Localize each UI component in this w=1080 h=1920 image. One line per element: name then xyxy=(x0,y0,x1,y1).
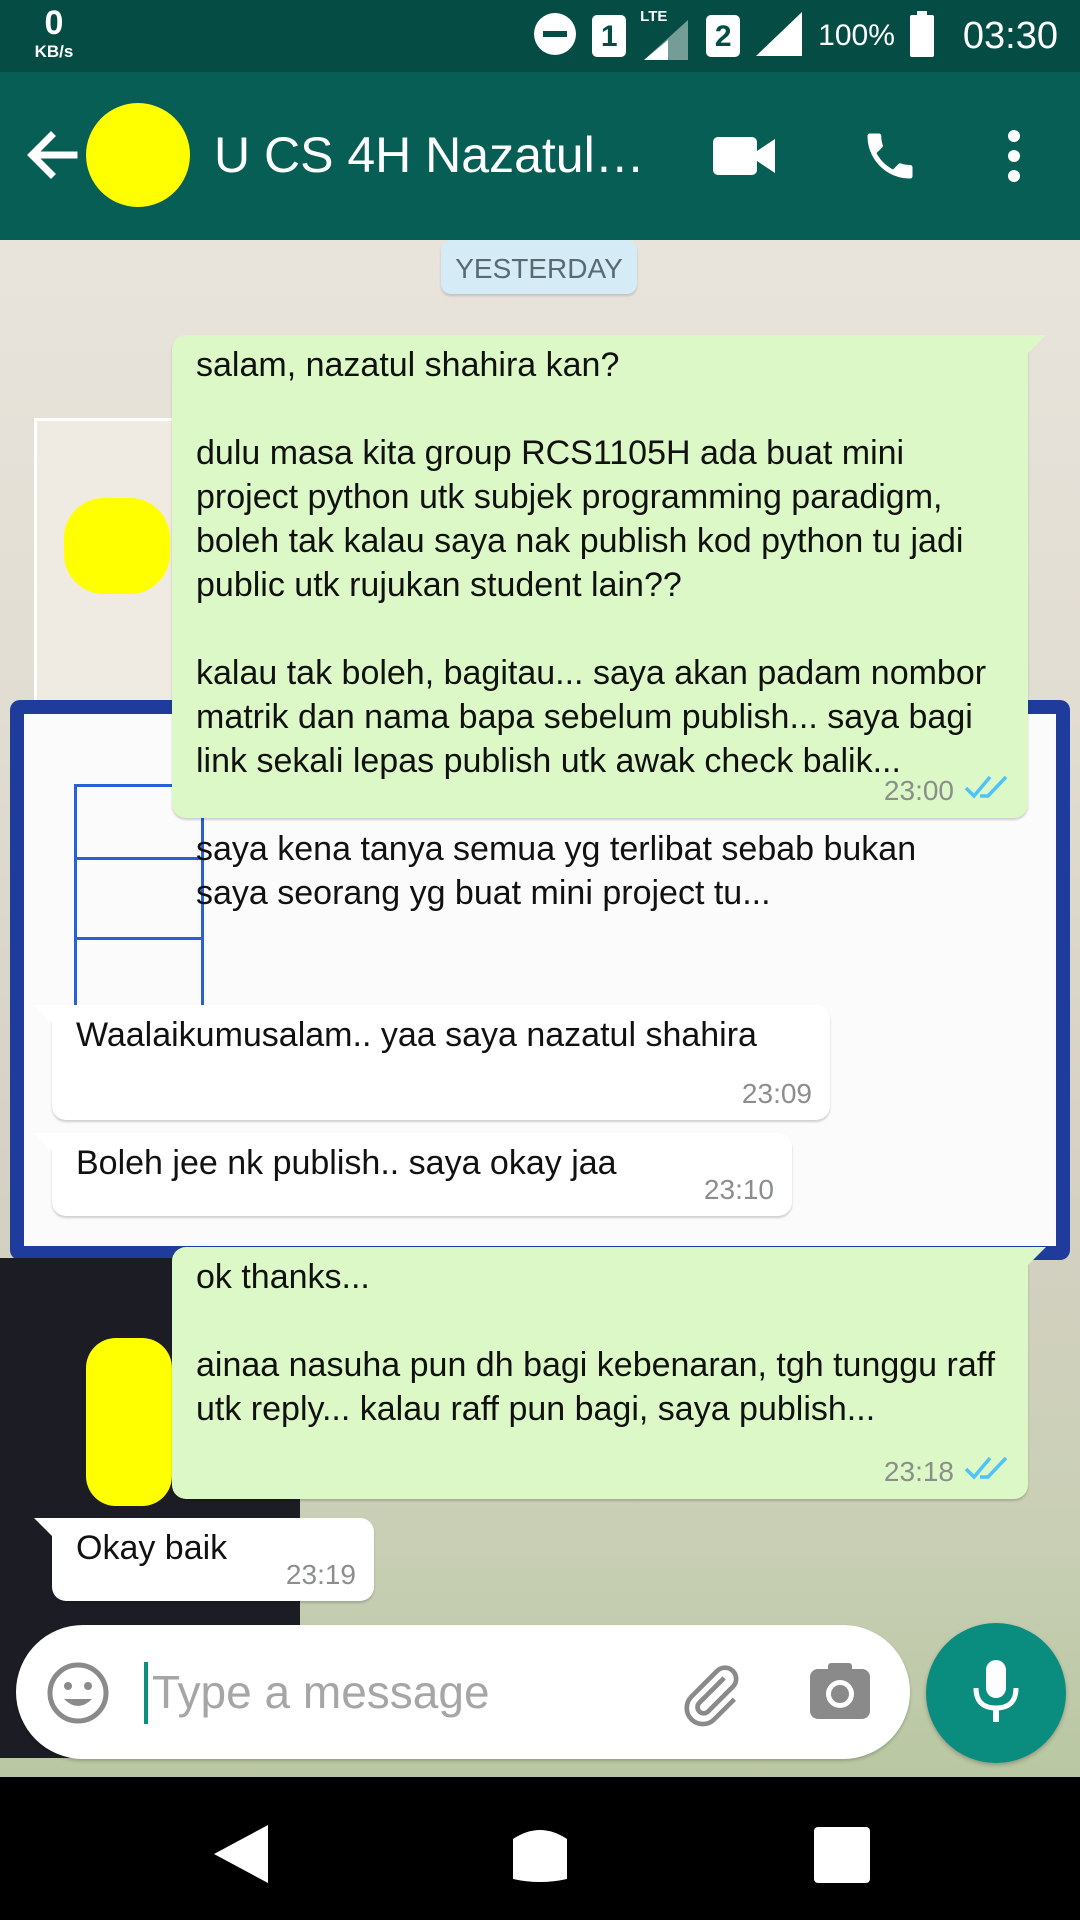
redaction-mark xyxy=(86,1338,172,1506)
text-caret xyxy=(144,1662,148,1724)
message-meta: 23:09 xyxy=(742,1078,812,1110)
battery-icon xyxy=(909,10,935,62)
double-check-icon xyxy=(964,773,1010,808)
message-bubble-outgoing[interactable]: salam, nazatul shahira kan? dulu masa ki… xyxy=(172,335,1046,912)
more-vert-icon[interactable] xyxy=(976,118,1052,194)
sim1-badge: 1 xyxy=(592,15,627,57)
message-meta: 23:00 xyxy=(884,773,1010,808)
message-bubble-incoming[interactable]: Waalaikumusalam.. yaa saya nazatul shahi… xyxy=(34,1005,830,1120)
message-input[interactable]: Type a message xyxy=(152,1659,490,1725)
microphone-icon xyxy=(970,1658,1022,1729)
navigation-bar xyxy=(0,1777,1080,1920)
battery-percent: 100% xyxy=(818,19,895,52)
back-arrow-icon[interactable] xyxy=(18,120,88,190)
signal-icon xyxy=(754,10,804,63)
message-composer: Type a message xyxy=(16,1625,910,1759)
status-bar: 0 KB/s 1 LTE 2 100% 03:30 xyxy=(0,0,1080,72)
camera-icon[interactable] xyxy=(808,1663,872,1721)
date-divider: YESTERDAY xyxy=(441,240,637,294)
clock: 03:30 xyxy=(962,14,1058,57)
message-time: 23:09 xyxy=(741,1078,812,1109)
message-text: Okay baik xyxy=(76,1529,228,1567)
sim2-badge: 2 xyxy=(706,15,741,57)
network-speed: 0 KB/s xyxy=(26,6,82,60)
network-speed-unit: KB/s xyxy=(34,42,74,61)
message-text: ok thanks... ainaa nasuha pun dh bagi ke… xyxy=(196,1258,996,1428)
redaction-mark xyxy=(64,498,170,594)
message-text: salam, nazatul shahira kan? dulu masa ki… xyxy=(196,346,987,912)
double-check-icon xyxy=(964,1454,1010,1489)
chat-title[interactable]: U CS 4H Nazatul Shahira xyxy=(214,120,654,190)
nav-recents-icon[interactable] xyxy=(806,1819,876,1889)
message-time: 23:00 xyxy=(883,774,954,806)
message-meta: 23:18 xyxy=(884,1454,1010,1489)
message-bubble-incoming[interactable]: Okay baik 23:19 xyxy=(34,1518,374,1601)
message-meta: 23:10 xyxy=(704,1174,774,1206)
message-bubble-outgoing[interactable]: ok thanks... ainaa nasuha pun dh bagi ke… xyxy=(172,1247,1046,1499)
message-meta: 23:19 xyxy=(286,1559,356,1591)
do-not-disturb-icon xyxy=(532,11,578,62)
chat-header: U CS 4H Nazatul Shahira xyxy=(0,72,1080,240)
network-speed-value: 0 xyxy=(44,4,64,42)
message-time: 23:19 xyxy=(285,1559,356,1590)
message-text: Waalaikumusalam.. yaa saya nazatul shahi… xyxy=(76,1016,757,1054)
phone-icon[interactable] xyxy=(852,118,928,194)
paperclip-icon[interactable] xyxy=(676,1659,746,1729)
video-call-icon[interactable] xyxy=(706,118,782,194)
message-time: 23:10 xyxy=(703,1174,774,1205)
nav-back-icon[interactable] xyxy=(206,1819,276,1889)
emoji-icon[interactable] xyxy=(46,1661,110,1725)
message-text: Boleh jee nk publish.. saya okay jaa xyxy=(76,1144,617,1182)
avatar[interactable] xyxy=(86,103,190,207)
signal-lte-icon: LTE xyxy=(640,8,692,64)
message-time: 23:18 xyxy=(883,1455,954,1487)
nav-home-icon[interactable] xyxy=(505,1819,575,1889)
chat-area[interactable]: YESTERDAY salam, nazatul shahira kan? du… xyxy=(0,240,1080,1777)
microphone-button[interactable] xyxy=(926,1623,1066,1763)
message-bubble-incoming[interactable]: Boleh jee nk publish.. saya okay jaa 23:… xyxy=(34,1133,792,1216)
